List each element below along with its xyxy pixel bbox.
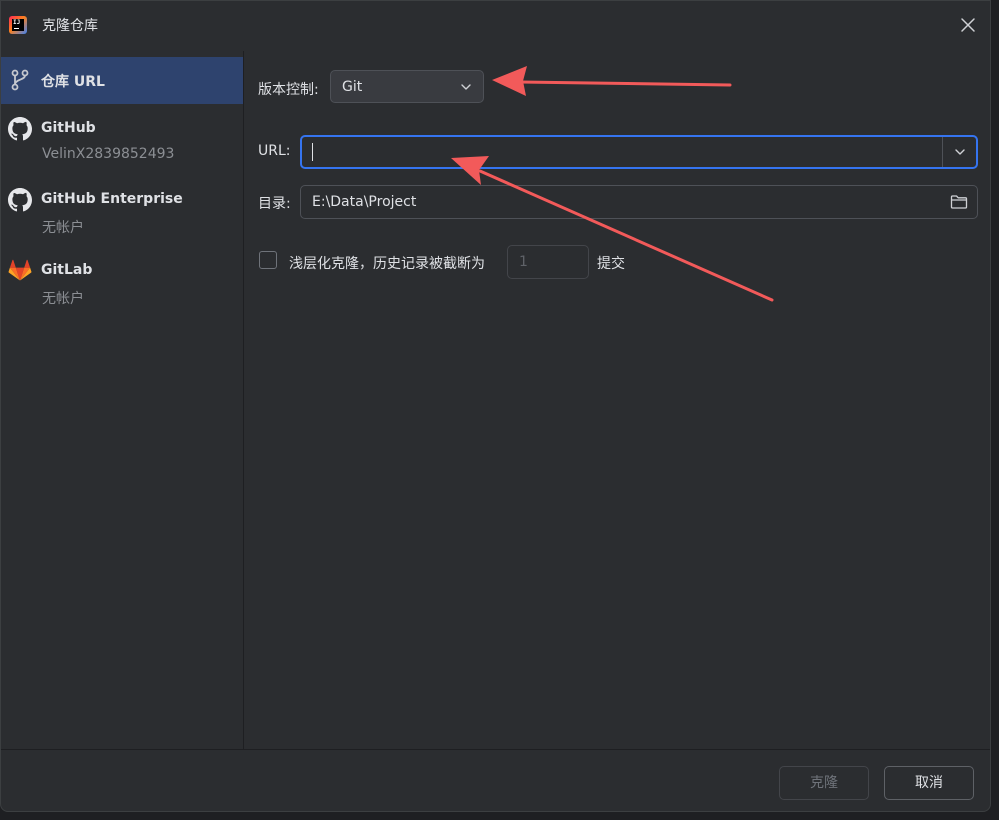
intellij-idea-icon: IJ	[9, 16, 27, 34]
dialog-title: 克隆仓库	[42, 18, 98, 34]
sidebar-item-repository-url[interactable]: 仓库 URL	[1, 57, 243, 104]
github-account-name: VelinX2839852493	[42, 146, 175, 162]
account-status: 无帐户	[42, 220, 84, 236]
gitlab-icon	[8, 259, 32, 281]
url-divider	[942, 137, 943, 167]
text-caret	[312, 143, 313, 161]
chevron-down-icon	[461, 84, 471, 90]
sidebar-item-label: GitHub	[41, 120, 96, 136]
commits-label: 提交	[597, 256, 625, 272]
vcs-select-value: Git	[342, 79, 363, 95]
sidebar: 仓库 URL GitHub VelinX2839852493 GitHub En…	[1, 51, 244, 749]
sidebar-item-gitlab[interactable]: GitLab 无帐户	[1, 253, 243, 313]
close-icon	[961, 18, 975, 32]
shallow-depth-value: 1	[519, 254, 528, 270]
clone-repository-dialog: IJ 克隆仓库 仓库 URL GitHub VelinX2839852493 G…	[0, 0, 991, 812]
shallow-clone-label: 浅层化克隆，历史记录被截断为	[289, 256, 485, 272]
shallow-clone-checkbox[interactable]	[259, 251, 277, 269]
cancel-button[interactable]: 取消	[884, 766, 974, 800]
clone-button[interactable]: 克隆	[779, 766, 869, 800]
url-input[interactable]	[310, 137, 930, 167]
account-status: 无帐户	[42, 291, 84, 307]
directory-value: E:\Data\Project	[312, 194, 417, 210]
sidebar-item-label: 仓库 URL	[41, 74, 105, 90]
folder-icon[interactable]	[950, 194, 968, 210]
chevron-down-icon[interactable]	[953, 145, 967, 159]
github-icon	[8, 188, 32, 212]
sidebar-item-label: GitLab	[41, 262, 93, 278]
github-icon	[8, 117, 32, 141]
sidebar-item-github[interactable]: GitHub VelinX2839852493	[1, 111, 243, 171]
vcs-branch-icon	[11, 69, 29, 91]
directory-label: 目录:	[258, 196, 291, 212]
vcs-select[interactable]: Git	[330, 70, 484, 103]
url-label: URL:	[258, 143, 291, 159]
sidebar-item-label: GitHub Enterprise	[41, 191, 183, 207]
clone-form: 版本控制: Git URL: 目录: E:\Data\Project 浅层化克隆…	[244, 51, 990, 749]
shallow-depth-input[interactable]: 1	[507, 245, 589, 279]
title-bar: IJ 克隆仓库	[1, 1, 990, 51]
directory-field[interactable]: E:\Data\Project	[300, 185, 978, 219]
close-button[interactable]	[958, 15, 978, 35]
url-combobox[interactable]	[300, 135, 978, 169]
sidebar-item-github-enterprise[interactable]: GitHub Enterprise 无帐户	[1, 182, 243, 242]
dialog-footer: 克隆 取消	[1, 749, 990, 811]
vcs-label: 版本控制:	[258, 82, 319, 98]
